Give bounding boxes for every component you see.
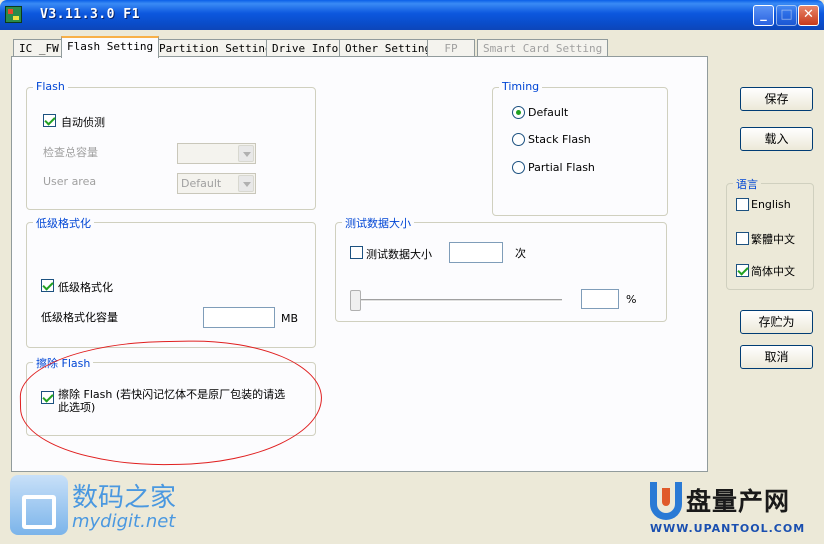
lang-traditional-chinese-checkbox[interactable] (736, 232, 749, 245)
lang-traditional-chinese-label: 繁體中文 (751, 233, 795, 246)
low-format-checkbox[interactable] (41, 279, 54, 292)
test-count-input[interactable] (449, 242, 503, 263)
timing-group: Timing Default Stack Flash Partial Flash (492, 80, 668, 216)
user-area-value: Default (181, 177, 222, 190)
chevron-down-icon (238, 145, 254, 162)
cancel-button[interactable]: 取消 (740, 345, 813, 369)
low-format-group: 低级格式化 低级格式化 低级格式化容量 MB (26, 215, 316, 348)
minimize-button[interactable]: _ (753, 5, 774, 26)
timing-default-radio[interactable] (512, 106, 525, 119)
test-size-group-title: 测试数据大小 (342, 215, 414, 231)
title-bar[interactable]: V3.11.3.0 F1 _ □ ✕ (0, 0, 824, 30)
tab-panel-flash-setting: Flash 自动侦测 检查总容量 User area Default Timin… (11, 56, 708, 472)
auto-detect-label: 自动侦测 (61, 116, 105, 129)
user-area-label: User area (43, 175, 97, 188)
test-count-unit: 次 (515, 247, 526, 260)
lang-english-label: English (751, 198, 791, 211)
upantool-watermark-cn: 盘量产网 (686, 487, 791, 516)
timing-group-title: Timing (499, 80, 543, 93)
u-logo-icon (650, 482, 682, 520)
check-capacity-label: 检查总容量 (43, 146, 98, 159)
flash-group: Flash 自动侦测 检查总容量 User area Default (26, 80, 316, 210)
test-percent-input[interactable] (581, 289, 619, 309)
window-title: V3.11.3.0 F1 (40, 7, 140, 22)
erase-flash-group-title: 擦除 Flash (33, 355, 94, 371)
mydigit-watermark-en: mydigit.net (72, 511, 176, 532)
close-button[interactable]: ✕ (798, 5, 819, 26)
chevron-down-icon (238, 175, 254, 192)
low-format-capacity-input[interactable] (203, 307, 275, 328)
erase-flash-checkbox[interactable] (41, 391, 54, 404)
test-size-slider-thumb[interactable] (350, 290, 361, 311)
upantool-watermark: 盘量产网 WWW.UPANTOOL.COM (650, 480, 820, 540)
auto-detect-checkbox[interactable] (43, 114, 56, 127)
save-as-button[interactable]: 存贮为 (740, 310, 813, 334)
timing-stack-flash-label: Stack Flash (528, 133, 591, 146)
timing-partial-flash-radio[interactable] (512, 161, 525, 174)
upantool-watermark-url: WWW.UPANTOOL.COM (650, 522, 806, 535)
low-format-label: 低级格式化 (58, 281, 113, 294)
mydigit-watermark: 数码之家 mydigit.net (10, 475, 200, 537)
lang-simplified-chinese-checkbox[interactable] (736, 264, 749, 277)
mydigit-watermark-cn: 数码之家 (72, 483, 177, 513)
language-group-title: 语言 (733, 176, 761, 192)
erase-flash-group: 擦除 Flash 擦除 Flash (若快闪记忆体不是原厂包装的请选 此选项) (26, 355, 316, 436)
test-size-label: 测试数据大小 (366, 248, 432, 261)
timing-default-label: Default (528, 106, 569, 119)
test-percent-unit: % (626, 293, 637, 306)
timing-stack-flash-radio[interactable] (512, 133, 525, 146)
erase-flash-label-line2: 此选项) (58, 401, 96, 414)
test-size-checkbox[interactable] (350, 246, 363, 259)
low-format-capacity-label: 低级格式化容量 (41, 311, 118, 324)
check-capacity-select[interactable] (177, 143, 256, 164)
load-button[interactable]: 载入 (740, 127, 813, 151)
tab-flash-setting[interactable]: Flash Setting (61, 36, 160, 58)
low-format-group-title: 低级格式化 (33, 215, 94, 231)
lang-simplified-chinese-label: 简体中文 (751, 265, 795, 278)
flash-group-title: Flash (33, 80, 68, 93)
test-size-group: 测试数据大小 测试数据大小 次 % (335, 215, 667, 322)
low-format-unit: MB (281, 312, 299, 325)
house-logo-icon (10, 475, 68, 535)
app-icon[interactable] (5, 6, 22, 23)
timing-partial-flash-label: Partial Flash (528, 161, 595, 174)
language-group: 语言 English 繁體中文 简体中文 (726, 176, 814, 290)
test-size-slider-track[interactable] (350, 299, 562, 302)
lang-english-checkbox[interactable] (736, 198, 749, 211)
save-button[interactable]: 保存 (740, 87, 813, 111)
maximize-button[interactable]: □ (776, 5, 797, 26)
user-area-select[interactable]: Default (177, 173, 256, 194)
